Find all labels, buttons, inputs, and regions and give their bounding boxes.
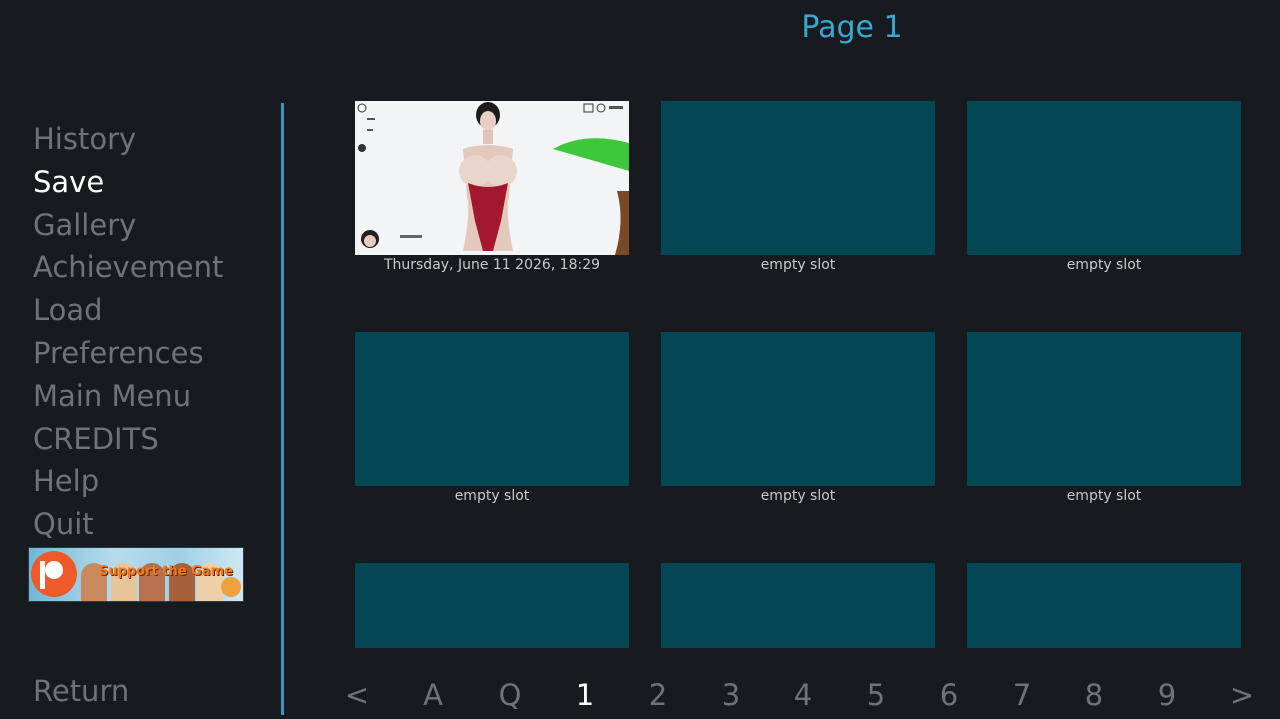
slot-label: empty slot bbox=[1066, 488, 1142, 504]
nav-item-gallery[interactable]: Gallery bbox=[33, 204, 273, 247]
menu-divider bbox=[281, 103, 284, 715]
empty-thumbnail bbox=[967, 101, 1241, 255]
next-page-button[interactable]: > bbox=[1222, 678, 1262, 712]
empty-thumbnail bbox=[967, 332, 1241, 486]
save-screen: Page 1 History Save Gallery Achievement … bbox=[0, 0, 1280, 719]
page-navigation: < A Q 1 2 3 4 5 6 7 8 9 > bbox=[340, 678, 1260, 718]
nav-item-load[interactable]: Load bbox=[33, 289, 273, 332]
patreon-support-banner[interactable]: Support the Game bbox=[28, 547, 244, 602]
save-slot-7[interactable] bbox=[355, 563, 629, 648]
return-button[interactable]: Return bbox=[33, 674, 129, 708]
slot-label: empty slot bbox=[1066, 257, 1142, 273]
prev-page-button[interactable]: < bbox=[337, 678, 377, 712]
nav-item-preferences[interactable]: Preferences bbox=[33, 332, 273, 375]
page-1-button[interactable]: 1 bbox=[565, 678, 605, 712]
page-6-button[interactable]: 6 bbox=[929, 678, 969, 712]
save-slot-6[interactable]: empty slot bbox=[967, 332, 1241, 504]
page-5-button[interactable]: 5 bbox=[856, 678, 896, 712]
banner-text: Support the Game bbox=[99, 564, 233, 579]
slot-label: empty slot bbox=[760, 257, 836, 273]
page-9-button[interactable]: 9 bbox=[1147, 678, 1187, 712]
page-quick-button[interactable]: Q bbox=[490, 678, 530, 712]
empty-thumbnail bbox=[355, 563, 629, 648]
nav-item-quit[interactable]: Quit bbox=[33, 503, 273, 546]
empty-thumbnail bbox=[355, 332, 629, 486]
game-menu-nav: History Save Gallery Achievement Load Pr… bbox=[33, 118, 273, 546]
page-8-button[interactable]: 8 bbox=[1074, 678, 1114, 712]
nav-item-save[interactable]: Save bbox=[33, 161, 273, 204]
page-2-button[interactable]: 2 bbox=[638, 678, 678, 712]
page-3-button[interactable]: 3 bbox=[711, 678, 751, 712]
save-slot-9[interactable] bbox=[967, 563, 1241, 648]
beach-ball-icon bbox=[221, 577, 241, 597]
empty-thumbnail bbox=[661, 563, 935, 648]
nav-item-help[interactable]: Help bbox=[33, 460, 273, 503]
nav-item-achievement[interactable]: Achievement bbox=[33, 246, 273, 289]
page-7-button[interactable]: 7 bbox=[1002, 678, 1042, 712]
empty-thumbnail bbox=[967, 563, 1241, 648]
save-screenshot-image bbox=[355, 101, 629, 255]
nav-item-history[interactable]: History bbox=[33, 118, 273, 161]
save-slot-2[interactable]: empty slot bbox=[661, 101, 935, 273]
save-slot-3[interactable]: empty slot bbox=[967, 101, 1241, 273]
save-slot-1[interactable]: Thursday, June 11 2026, 18:29 bbox=[355, 101, 629, 273]
save-slot-5[interactable]: empty slot bbox=[661, 332, 935, 504]
save-slot-8[interactable] bbox=[661, 563, 935, 648]
slot-label: empty slot bbox=[454, 488, 530, 504]
empty-thumbnail bbox=[661, 332, 935, 486]
page-4-button[interactable]: 4 bbox=[783, 678, 823, 712]
nav-item-credits[interactable]: CREDITS bbox=[33, 418, 273, 461]
save-thumbnail bbox=[355, 101, 629, 255]
save-slot-4[interactable]: empty slot bbox=[355, 332, 629, 504]
slot-label: Thursday, June 11 2026, 18:29 bbox=[383, 257, 601, 273]
slot-label: empty slot bbox=[760, 488, 836, 504]
page-title[interactable]: Page 1 bbox=[700, 10, 1004, 45]
nav-item-main-menu[interactable]: Main Menu bbox=[33, 375, 273, 418]
patreon-icon bbox=[31, 551, 77, 597]
empty-thumbnail bbox=[661, 101, 935, 255]
page-auto-button[interactable]: A bbox=[413, 678, 453, 712]
